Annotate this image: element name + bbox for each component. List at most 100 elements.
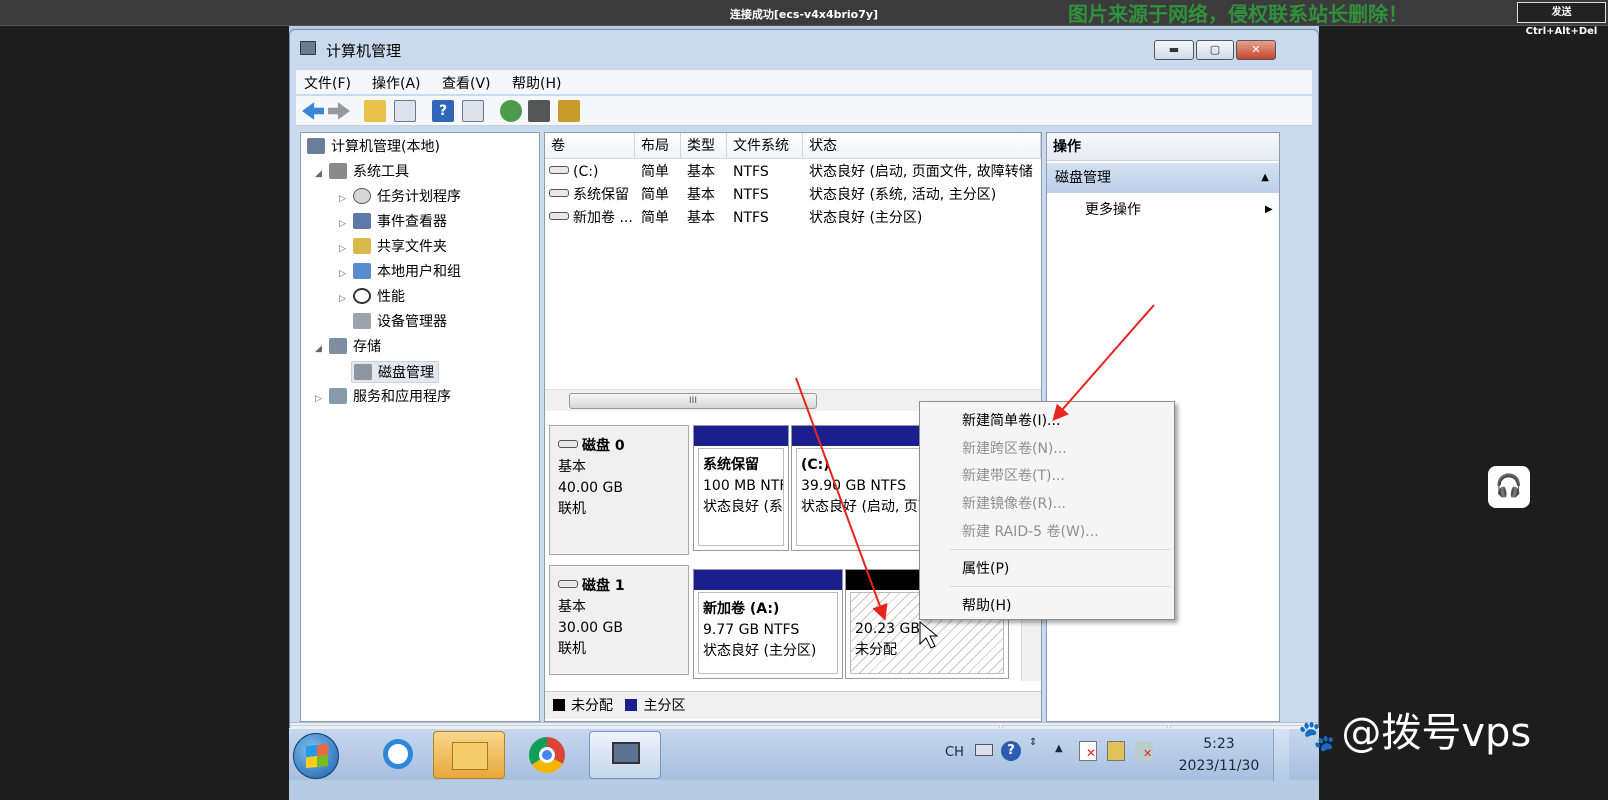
tree-item-system-tools[interactable]: ◢ 系统工具 <box>315 161 409 183</box>
window-title: 计算机管理 <box>326 42 402 60</box>
menu-help[interactable]: 帮助(H) <box>512 73 561 93</box>
context-menu: 新建简单卷(I)... 新建跨区卷(N)... 新建带区卷(T)... 新建镜像… <box>919 401 1175 620</box>
toolbar: ? <box>296 96 1312 126</box>
tree-item-task-scheduler[interactable]: ▷ 任务计划程序 <box>339 186 461 208</box>
refresh-icon[interactable] <box>500 100 522 122</box>
language-indicator[interactable]: CH <box>945 745 964 760</box>
users-icon <box>353 263 371 279</box>
tree-item-disk-management[interactable]: 磁盘管理 <box>351 361 439 383</box>
status-cell: 状态良好 (主分区) <box>809 210 923 226</box>
expand-arrow-icon[interactable]: ◢ <box>315 163 329 185</box>
tree-item-shared-folders[interactable]: ▷ 共享文件夹 <box>339 236 447 258</box>
menu-new-spanned-volume: 新建跨区卷(N)... <box>962 441 1067 457</box>
volume-muted-icon[interactable]: ✕ <box>1135 741 1153 761</box>
layout-cell: 简单 <box>641 187 669 203</box>
menu-new-striped-volume: 新建带区卷(T)... <box>962 468 1065 484</box>
support-headset-icon[interactable]: 🎧 <box>1488 466 1530 508</box>
menu-new-raid5-volume: 新建 RAID-5 卷(W)... <box>962 524 1099 540</box>
expand-arrow-icon[interactable]: ▷ <box>339 263 353 285</box>
tree-item-local-users[interactable]: ▷ 本地用户和组 <box>339 261 461 283</box>
more-actions[interactable]: 更多操作 ▶ <box>1085 197 1273 223</box>
show-desktop-button[interactable] <box>1273 729 1289 781</box>
close-button[interactable]: ✕ <box>1236 40 1276 60</box>
layout-cell: 简单 <box>641 164 669 180</box>
up-folder-icon[interactable] <box>364 100 386 122</box>
tools-icon <box>329 163 347 179</box>
event-viewer-icon <box>353 213 371 229</box>
menu-view[interactable]: 查看(V) <box>442 73 491 93</box>
menu-separator <box>950 586 1170 587</box>
expand-arrow-icon[interactable]: ▷ <box>339 238 353 260</box>
back-arrow-icon[interactable] <box>302 102 324 120</box>
show-hidden-icons[interactable]: ▲ <box>1055 743 1063 754</box>
column-header-filesystem[interactable]: 文件系统 <box>727 133 803 159</box>
column-header-layout[interactable]: 布局 <box>635 133 681 159</box>
maximize-button[interactable]: ▢ <box>1196 40 1234 60</box>
minimize-button[interactable]: ▬ <box>1154 40 1194 60</box>
volume-cell: 系统保留 <box>549 184 629 207</box>
tree-item-computer-management[interactable]: 计算机管理(本地) <box>307 136 440 158</box>
menu-action[interactable]: 操作(A) <box>372 73 421 93</box>
shared-folder-icon <box>353 238 371 254</box>
type-cell: 基本 <box>687 187 715 203</box>
computer-management-window: 计算机管理 ▬ ▢ ✕ 文件(F) 操作(A) 查看(V) 帮助(H) ? 计算… <box>289 29 1319 749</box>
legend-primary: 主分区 <box>643 698 686 714</box>
partition-new-volume-a[interactable]: 新加卷 (A:) 9.77 GB NTFS 状态良好 (主分区) <box>693 569 843 679</box>
filesystem-cell: NTFS <box>733 210 769 226</box>
system-clock[interactable]: 5:23 2023/11/30 <box>1171 733 1267 777</box>
file-explorer-icon[interactable] <box>433 731 505 779</box>
expand-arrow-icon[interactable]: ◢ <box>315 338 329 360</box>
actions-header: 操作 <box>1047 133 1279 161</box>
brand-watermark: 🐾 @拨号vps <box>1298 710 1532 756</box>
actions-disk-management[interactable]: 磁盘管理 ▲ <box>1047 163 1279 193</box>
computer-icon <box>307 138 325 154</box>
computer-management-taskbar-button[interactable] <box>589 731 661 779</box>
tree-item-performance[interactable]: ▷ 性能 <box>339 286 405 308</box>
properties-icon[interactable] <box>528 100 550 122</box>
help-tray-icon[interactable]: ? <box>1001 741 1021 761</box>
menu-file[interactable]: 文件(F) <box>304 73 351 93</box>
menu-help-item[interactable]: 帮助(H) <box>962 595 1011 615</box>
keyboard-icon[interactable] <box>975 744 993 756</box>
show-action-pane-icon[interactable] <box>462 100 484 122</box>
volume-row[interactable]: 系统保留 简单 基本 NTFS 状态良好 (系统, 活动, 主分区) <box>545 184 1041 207</box>
action-center-icon[interactable]: ✕ <box>1079 741 1097 761</box>
forward-arrow-icon[interactable] <box>328 102 350 120</box>
expand-arrow-icon[interactable]: ▷ <box>339 188 353 210</box>
column-header-status[interactable]: 状态 <box>803 133 1041 159</box>
help-icon[interactable]: ? <box>432 100 454 122</box>
disk-icon <box>558 580 578 588</box>
clock-icon <box>353 188 371 204</box>
network-icon[interactable] <box>1107 741 1125 761</box>
ie-icon[interactable] <box>361 731 433 779</box>
tree-item-event-viewer[interactable]: ▷ 事件查看器 <box>339 211 447 233</box>
partition-c-drive[interactable]: (C:)39.90 GB NTFS状态良好 (启动, 页面文件 <box>791 425 931 551</box>
collapse-arrow-icon[interactable]: ▲ <box>1261 163 1269 193</box>
title-bar[interactable]: 计算机管理 ▬ ▢ ✕ <box>290 30 1318 68</box>
disk-0-label[interactable]: 磁盘 0 基本 40.00 GB 联机 <box>549 425 689 555</box>
expand-arrow-icon[interactable]: ▷ <box>315 388 329 410</box>
column-header-volume[interactable]: 卷 <box>545 133 635 159</box>
ime-icon[interactable]: ⇕ <box>1029 737 1037 748</box>
expand-arrow-icon[interactable]: ▷ <box>339 288 353 310</box>
tree-item-storage[interactable]: ◢ 存储 <box>315 336 381 358</box>
volume-row[interactable]: (C:) 简单 基本 NTFS 状态良好 (启动, 页面文件, 故障转储 <box>545 161 1041 184</box>
primary-swatch <box>625 699 638 711</box>
tree-item-device-manager[interactable]: 设备管理器 <box>353 311 447 333</box>
show-tree-icon[interactable] <box>394 100 416 122</box>
export-icon[interactable] <box>558 100 580 122</box>
send-ctrl-alt-del-button[interactable]: 发送 Ctrl+Alt+Del <box>1517 2 1606 37</box>
performance-icon <box>353 288 371 304</box>
tree-item-services-applications[interactable]: ▷ 服务和应用程序 <box>315 386 451 408</box>
expand-arrow-icon[interactable]: ▷ <box>339 213 353 235</box>
partition-system-reserved[interactable]: 系统保留100 MB NTFS状态良好 (系统 <box>693 425 789 551</box>
menu-properties[interactable]: 属性(P) <box>962 558 1009 578</box>
start-button[interactable] <box>293 733 339 779</box>
column-header-type[interactable]: 类型 <box>681 133 727 159</box>
disk-1-label[interactable]: 磁盘 1 基本 30.00 GB 联机 <box>549 565 689 675</box>
scroll-thumb[interactable]: III <box>569 393 817 409</box>
volume-row[interactable]: 新加卷 ... 简单 基本 NTFS 状态良好 (主分区) <box>545 207 1041 230</box>
services-icon <box>329 388 347 404</box>
chrome-icon[interactable] <box>511 731 583 779</box>
menu-new-simple-volume[interactable]: 新建简单卷(I)... <box>962 410 1060 430</box>
